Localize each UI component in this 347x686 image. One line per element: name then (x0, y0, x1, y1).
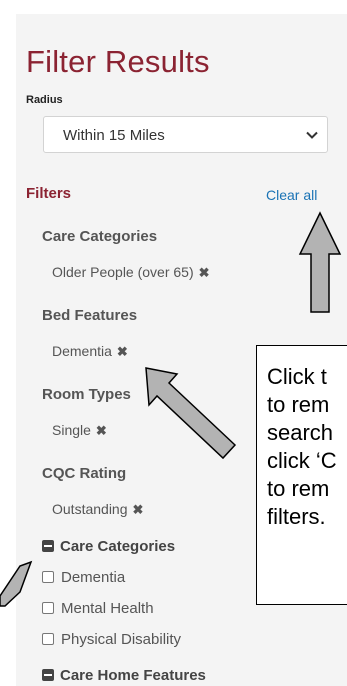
chevron-down-icon (306, 131, 318, 139)
active-filter-chip: Older People (over 65) ✖ (52, 264, 210, 281)
radius-label: Radius (26, 94, 63, 106)
radius-select-value: Within 15 Miles (63, 127, 165, 144)
radius-select[interactable]: Within 15 Miles (43, 116, 328, 153)
checkbox-mental-health[interactable]: Mental Health (42, 600, 154, 617)
callout-line: filters. (267, 504, 326, 529)
close-icon[interactable]: ✖ (133, 502, 144, 518)
section-heading-label: Care Home Features (60, 667, 206, 684)
page-title: Filter Results (26, 44, 210, 79)
checkbox-box[interactable] (42, 571, 54, 583)
callout-line: search (267, 420, 334, 445)
callout-line: to rem (267, 392, 330, 417)
filters-heading: Filters (26, 185, 72, 202)
active-filter-chip: Dementia ✖ (52, 343, 128, 360)
callout-line: to rem (267, 476, 330, 501)
chip-label: Single (52, 422, 91, 438)
clear-all-link[interactable]: Clear all (266, 187, 317, 203)
callout-line: click ‘C (267, 448, 337, 473)
collapse-icon (42, 540, 54, 552)
close-icon[interactable]: ✖ (199, 265, 210, 281)
close-icon[interactable]: ✖ (117, 344, 128, 360)
active-filter-heading-care-categories: Care Categories (42, 228, 158, 245)
checkbox-box[interactable] (42, 602, 54, 614)
checkbox-physical-disability[interactable]: Physical Disability (42, 631, 181, 648)
active-filter-heading-room-types: Room Types (42, 386, 131, 403)
checkbox-dementia[interactable]: Dementia (42, 569, 125, 586)
checkbox-label: Physical Disability (61, 631, 182, 648)
active-filter-heading-cqc-rating: CQC Rating (42, 465, 127, 482)
active-filter-chip: Outstanding ✖ (52, 501, 143, 518)
active-filter-chip: Single ✖ (52, 422, 107, 439)
chip-label: Dementia (52, 343, 112, 359)
checkbox-label: Dementia (61, 569, 126, 586)
checkbox-box[interactable] (42, 633, 54, 645)
annotation-callout: Click t to rem search click ‘C to rem fi… (256, 345, 347, 605)
chip-label: Outstanding (52, 501, 128, 517)
section-heading-label: Care Categories (60, 538, 176, 555)
active-filter-heading-bed-features: Bed Features (42, 307, 138, 324)
close-icon[interactable]: ✖ (96, 423, 107, 439)
callout-line: Click t (267, 364, 327, 389)
care-home-features-section-toggle[interactable]: Care Home Features (42, 667, 206, 684)
care-categories-section-toggle[interactable]: Care Categories (42, 538, 175, 555)
chip-label: Older People (over 65) (52, 264, 194, 280)
checkbox-label: Mental Health (61, 600, 154, 617)
collapse-icon (42, 669, 54, 681)
